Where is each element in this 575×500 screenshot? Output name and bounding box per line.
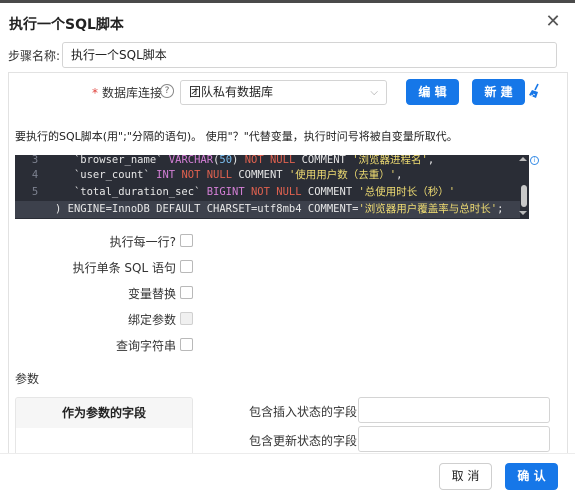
code-token: NOT NULL — [244, 155, 302, 166]
info-icon[interactable]: i — [530, 156, 539, 165]
code-token: '总使用时长（秒）' — [358, 186, 456, 198]
code-token: '使用用户数（去重）' — [288, 169, 397, 181]
broom-icon[interactable] — [528, 83, 542, 99]
edit-button[interactable]: 编 辑 — [406, 79, 459, 105]
code-token: '浏览器进程名' — [352, 155, 428, 166]
code-token: ) ENGINE=InnoDB DEFAULT CHARSET=utf8mb4 … — [55, 203, 359, 215]
code-token: NOT NULL — [181, 169, 239, 181]
code-token: '浏览器用户覆盖率与总时长' — [358, 203, 498, 215]
close-icon[interactable]: ✕ — [545, 13, 561, 31]
sql-hint-text: 要执行的SQL脚本(用";"分隔的语句)。 使用"？"代替变量，执行时问号将被自… — [15, 130, 458, 143]
scroll-down-arrow[interactable] — [519, 211, 527, 215]
line-number: 5 — [31, 186, 39, 198]
code-token: INT — [156, 169, 182, 181]
option-label: 查询字符串 — [115, 339, 176, 353]
scroll-up-arrow[interactable] — [519, 157, 527, 161]
insert-status-input[interactable] — [358, 397, 550, 423]
code-line: 5 `total_duration_sec` BIGINT NOT NULL C… — [15, 184, 520, 201]
option-checkbox[interactable] — [180, 234, 193, 247]
option-checkbox[interactable] — [180, 338, 193, 351]
param-fields-header: 作为参数的字段 — [16, 398, 192, 428]
editor-scrollbar[interactable] — [521, 185, 527, 207]
code-token: 50 — [219, 155, 233, 166]
insert-status-label: 包含插入状态的字段 — [249, 405, 358, 419]
line-number: 4 — [31, 169, 39, 181]
code-token: COMMENT — [307, 186, 359, 198]
option-label: 执行每一行? — [109, 235, 176, 249]
code-token: , — [396, 169, 403, 181]
option-checkbox[interactable] — [180, 260, 193, 273]
cancel-button[interactable]: 取 消 — [439, 463, 492, 490]
step-name-label: 步骤名称: — [8, 49, 61, 63]
option-label: 变量替换 — [127, 287, 176, 301]
param-fields-table: 作为参数的字段 — [15, 397, 193, 457]
code-line: ) ENGINE=InnoDB DEFAULT CHARSET=utf8mb4 … — [15, 201, 520, 218]
db-connection-selected: 团队私有数据库 — [189, 85, 274, 99]
db-connection-label: * 数据库连接 — [92, 84, 162, 101]
help-circle-icon[interactable]: ? — [160, 84, 174, 98]
dialog-title: 执行一个SQL脚本 — [9, 17, 124, 33]
sql-script-dialog: 执行一个SQL脚本 ✕ 步骤名称: 执行一个SQL脚本 * 数据库连接 ? 团队私… — [0, 0, 575, 500]
code-token: COMMENT — [301, 155, 353, 166]
new-button[interactable]: 新 建 — [472, 79, 525, 105]
code-line: 4 `user_count` INT NOT NULL COMMENT '使用用… — [15, 167, 520, 184]
db-connection-select[interactable]: 团队私有数据库 ⌵ — [180, 80, 387, 105]
update-status-input[interactable] — [358, 426, 550, 452]
option-checkbox — [180, 312, 193, 325]
code-token: `total_duration_sec` — [55, 186, 207, 198]
code-token: VARCHAR — [168, 155, 214, 166]
sql-code-editor[interactable]: 3 `browser_name` VARCHAR(50) NOT NULL CO… — [15, 155, 529, 219]
option-label: 执行单条 SQL 语句 — [72, 261, 176, 275]
required-mark: * — [92, 86, 98, 100]
confirm-button[interactable]: 确 认 — [505, 463, 558, 490]
step-name-input[interactable]: 执行一个SQL脚本 — [62, 42, 557, 68]
code-token: COMMENT — [238, 169, 289, 181]
code-token: ; — [497, 203, 504, 215]
db-connection-label-text: 数据库连接 — [102, 86, 163, 100]
code-token: BIGINT — [206, 186, 251, 198]
code-token: `browser_name` — [55, 155, 169, 166]
params-section-label: 参数 — [15, 372, 40, 386]
code-token: ) — [232, 155, 245, 166]
dialog-titlebar: 执行一个SQL脚本 ✕ — [0, 6, 575, 40]
update-status-label: 包含更新状态的字段 — [249, 434, 358, 448]
option-checkbox[interactable] — [180, 286, 193, 299]
code-token: , — [427, 155, 435, 166]
code-token: `user_count` — [55, 169, 157, 181]
code-token: NOT NULL — [250, 186, 308, 198]
option-label: 绑定参数 — [127, 313, 176, 327]
chevron-down-icon: ⌵ — [370, 87, 378, 98]
